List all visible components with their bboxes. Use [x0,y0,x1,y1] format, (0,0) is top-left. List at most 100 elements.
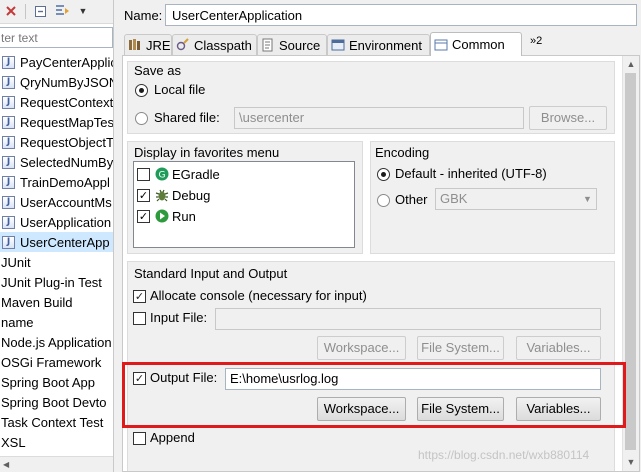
tab-jre[interactable]: JRE [124,34,172,55]
browse-button[interactable]: Browse... [529,106,607,130]
jre-library-icon [128,38,142,52]
tree-config-item[interactable]: J QryNumByJSON [0,72,113,92]
local-file-radio[interactable] [135,84,148,97]
input-file-label: Input File: [150,310,208,325]
tree-type-item[interactable]: Spring Boot Devto [0,392,113,412]
default-encoding-label: Default - inherited (UTF-8) [395,166,547,181]
tree-config-item[interactable]: J TrainDemoAppl [0,172,113,192]
allocate-console-label: Allocate console (necessary for input) [150,288,367,303]
classpath-icon [176,38,190,52]
favorite-checkbox[interactable]: ✓ [137,188,150,202]
java-app-icon: J [2,75,15,89]
tree-type-item[interactable]: Node.js Application [0,332,113,352]
favorite-checkbox[interactable]: ✓ [137,209,150,223]
shared-file-path-field[interactable]: \usercenter [234,107,524,129]
save-as-group: Save as Local file Shared file: \usercen… [127,61,615,134]
tree-config-item[interactable]: J UserAccountMs [0,192,113,212]
scroll-down-icon[interactable]: ▼ [623,454,639,470]
tree-item-label: TrainDemoAppl [20,174,110,190]
tab-classpath-label: Classpath [194,37,252,53]
tree-item-label: Maven Build [1,294,73,310]
tree-config-item[interactable]: J RequestObjectT [0,132,113,152]
tree-type-item[interactable]: Spring Boot App [0,372,113,392]
filter-configs-icon[interactable] [55,3,71,19]
tree-item-label: UserAccountMs [20,194,112,210]
tree-type-item[interactable]: Task Context Test [0,412,113,432]
scroll-thumb[interactable] [625,73,636,450]
tree-item-label: name [1,314,34,330]
input-file-checkbox[interactable] [133,312,146,325]
favorite-label: Debug [172,187,211,203]
debug-bug-icon [154,187,170,203]
tree-item-label: PayCenterApplic [20,54,114,70]
scroll-up-icon[interactable]: ▲ [623,56,639,72]
favorites-list: G EGradle ✓ Debug ✓ Run [133,161,355,248]
input-variables-button[interactable]: Variables... [516,336,601,360]
tree-item-label: JUnit [1,254,31,270]
other-encoding-select[interactable]: GBK [435,188,597,210]
view-menu-chevron-icon[interactable]: ▼ [78,3,88,19]
environment-icon [331,38,345,52]
other-encoding-label: Other [395,192,428,207]
output-file-highlight [122,362,626,428]
favorite-checkbox[interactable] [137,167,150,181]
tree-item-label: Spring Boot App [1,374,95,390]
std-io-title: Standard Input and Output [134,266,288,281]
tree-item-label: OSGi Framework [1,354,102,370]
allocate-console-checkbox[interactable]: ✓ [133,290,146,303]
tab-common[interactable]: Common [430,32,522,56]
tab-source-label: Source [279,37,321,53]
java-app-icon: J [2,115,15,129]
java-app-icon: J [2,235,15,249]
input-workspace-button[interactable]: Workspace... [317,336,406,360]
tree-config-item[interactable]: J SelectedNumBy [0,152,113,172]
java-app-icon: J [2,215,15,229]
java-app-icon: J [2,175,15,189]
tree-config-item[interactable]: J UserCenterApp [0,232,113,252]
watermark: https://blog.csdn.net/wxb880114 [418,448,590,462]
config-name-input[interactable] [165,4,637,26]
tree-item-label: RequestMapTes [20,114,114,130]
tree-type-item[interactable]: JUnit [0,252,113,272]
favorite-item: ✓ Debug [137,185,210,205]
config-tabs: JRE Classpath Source Environment Common [124,32,639,56]
launch-config-tree: J PayCenterApplic J QryNumByJSON J RequestCon… [0,52,113,452]
default-encoding-radio[interactable] [377,168,390,181]
save-as-title: Save as [134,63,181,78]
tree-item-label: RequestContext [20,94,114,110]
collapse-all-icon[interactable] [33,3,47,19]
tab-classpath[interactable]: Classpath [172,34,257,55]
favorite-item: ✓ Run [137,206,196,226]
shared-file-radio[interactable] [135,112,148,125]
tree-type-item[interactable]: JUnit Plug-in Test [0,272,113,292]
java-app-icon: J [2,55,15,69]
append-checkbox[interactable] [133,432,146,445]
append-label: Append [150,430,195,445]
svg-text:G: G [159,171,166,181]
tree-type-item[interactable]: OSGi Framework [0,352,113,372]
tree-config-item[interactable]: J PayCenterApplic [0,52,113,72]
tree-type-item[interactable]: name [0,312,113,332]
filter-config-input[interactable] [0,27,113,48]
tree-config-item[interactable]: J UserApplication [0,212,113,232]
tab-source[interactable]: Source [257,34,327,55]
source-icon [261,38,275,52]
favorite-item: G EGradle [137,164,220,184]
left-horizontal-scrollbar[interactable]: ◀ [0,456,113,472]
tab-jre-label: JRE [146,37,171,53]
java-app-icon: J [2,95,15,109]
tree-type-item[interactable]: XSL [0,432,113,452]
more-tabs-button[interactable]: »2 [530,35,542,47]
tab-environment-label: Environment [349,37,422,53]
tree-item-label: JUnit Plug-in Test [1,274,102,290]
tree-type-item[interactable]: Maven Build [0,292,113,312]
tab-environment[interactable]: Environment [327,34,430,55]
encoding-chevron-down-icon[interactable]: ▼ [578,188,597,210]
input-file-field[interactable] [215,308,601,330]
favorite-label: EGradle [172,166,220,182]
tree-config-item[interactable]: J RequestMapTes [0,112,113,132]
tree-config-item[interactable]: J RequestContext [0,92,113,112]
input-file-system-button[interactable]: File System... [417,336,504,360]
other-encoding-radio[interactable] [377,194,390,207]
delete-config-icon[interactable] [4,3,18,19]
